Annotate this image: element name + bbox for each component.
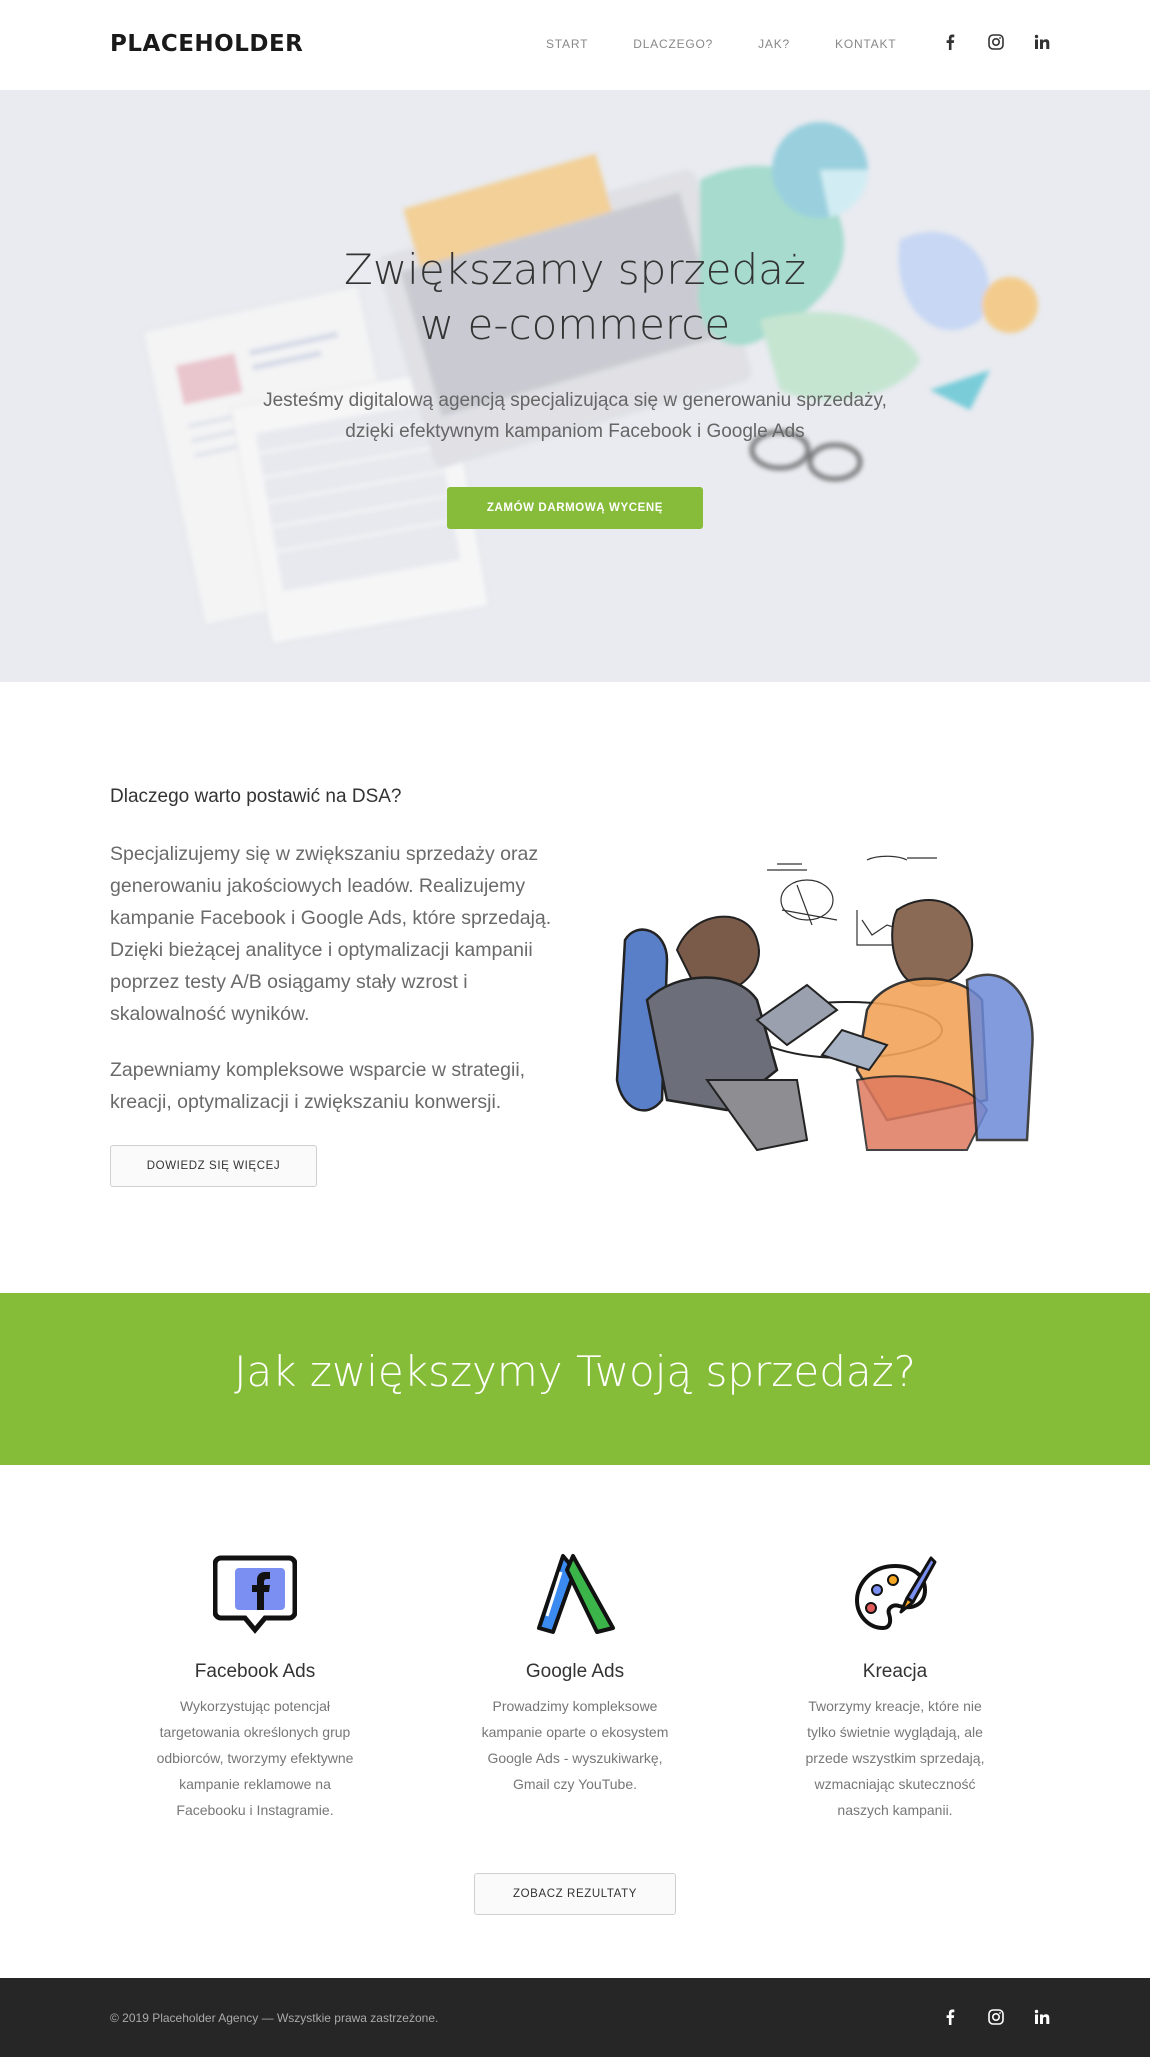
hero-section: Zwiększamy sprzedaż w e-commerce Jesteśm… [0, 90, 1150, 682]
why-paragraph-1: Specjalizujemy się w zwiększaniu sprzeda… [110, 843, 552, 1025]
hero-title-line-2: w e-commerce [419, 300, 731, 349]
see-results-button[interactable]: ZOBACZ REZULTATY [474, 1873, 676, 1915]
instagram-icon[interactable] [986, 2007, 1006, 2027]
google-ads-icon [537, 1554, 615, 1634]
hero-title: Zwiększamy sprzedaż w e-commerce [0, 242, 1150, 352]
facebook-icon[interactable] [940, 2007, 960, 2027]
service-description: Prowadzimy kompleksowe kampanie oparte o… [481, 1698, 669, 1792]
palette-icon [854, 1556, 937, 1631]
learn-more-button[interactable]: DOWIEDZ SIĘ WIĘCEJ [110, 1145, 317, 1187]
logo[interactable]: PLACEHOLDER [110, 31, 303, 57]
why-section-title: Dlaczego warto postawić na DSA? [110, 786, 402, 807]
hero-subtitle-line-2: dzięki efektywnym kampaniom Facebook i G… [345, 421, 805, 442]
facebook-ads-icon [213, 1555, 297, 1634]
footer-social-links [914, 2007, 1052, 2027]
linkedin-icon[interactable] [1032, 2007, 1052, 2027]
nav-link-jak[interactable]: JAK? [758, 37, 790, 51]
copyright-text: © 2019 Placeholder Agency — Wszystkie pr… [110, 2011, 439, 2025]
how-banner-title: Jak zwiększymy Twoją sprzedaż? [234, 1347, 916, 1396]
hero-subtitle: Jesteśmy digitalową agencją specjalizują… [0, 385, 1150, 447]
hero-subtitle-line-1: Jesteśmy digitalową agencją specjalizują… [263, 390, 887, 411]
linkedin-icon[interactable] [1032, 32, 1052, 52]
how-banner: Jak zwiększymy Twoją sprzedaż? [0, 1293, 1150, 1465]
service-title: Facebook Ads [194, 1661, 316, 1682]
instagram-icon[interactable] [986, 32, 1006, 52]
meeting-illustration [615, 855, 1034, 1152]
free-quote-button[interactable]: ZAMÓW DARMOWĄ WYCENĘ [447, 487, 703, 529]
service-title: Kreacja [862, 1661, 928, 1682]
nav-link-dlaczego[interactable]: DLACZEGO? [633, 37, 713, 51]
service-title: Google Ads [525, 1661, 625, 1682]
header-social-links [914, 32, 1052, 52]
footer: © 2019 Placeholder Agency — Wszystkie pr… [0, 1978, 1150, 2057]
nav-link-start[interactable]: START [546, 37, 588, 51]
nav-link-kontakt[interactable]: KONTAKT [835, 37, 896, 51]
top-navbar: PLACEHOLDER START DLACZEGO? JAK? KONTAKT [0, 0, 1150, 90]
facebook-icon[interactable] [940, 32, 960, 52]
why-paragraph-2: Zapewniamy kompleksowe wsparcie w strate… [110, 1059, 526, 1113]
service-creative: Kreacja Tworzymy kreacje, które nie tylk… [775, 1552, 1015, 1823]
service-google-ads: Google Ads Prowadzimy kompleksowe kampan… [455, 1552, 695, 1797]
main-menu: START DLACZEGO? JAK? KONTAKT [546, 37, 941, 51]
service-facebook-ads: Facebook Ads Wykorzystując potencjał tar… [135, 1552, 375, 1823]
hero-title-line-1: Zwiększamy sprzedaż [344, 245, 806, 294]
service-description: Tworzymy kreacje, które nie tylko świetn… [805, 1698, 985, 1818]
service-description: Wykorzystując potencjał targetowania okr… [156, 1698, 354, 1818]
